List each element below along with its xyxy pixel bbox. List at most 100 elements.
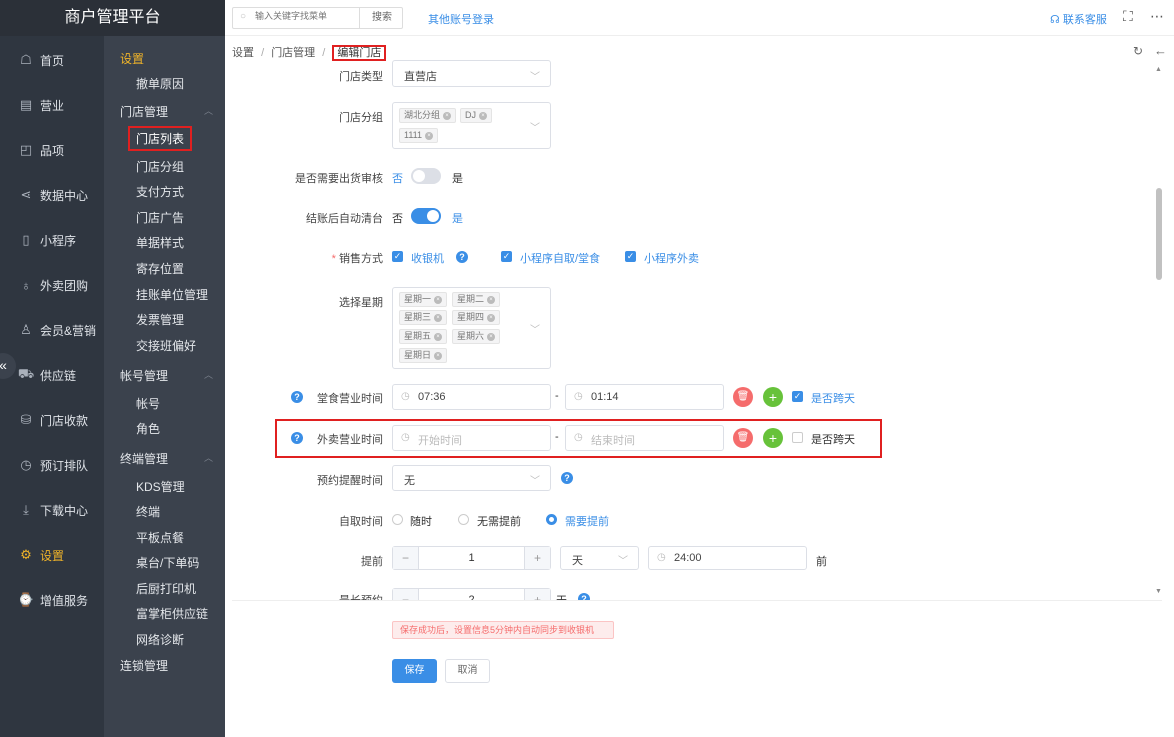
subnav-terminal-mgmt[interactable]: 终端管理 xyxy=(120,450,168,467)
ship-audit-toggle[interactable] xyxy=(411,168,441,184)
subnav-store-mgmt[interactable]: 门店管理 xyxy=(120,103,168,120)
sale-mode-option[interactable]: 小程序自取/堂食 xyxy=(520,250,600,266)
sale-mode-checkbox[interactable]: ✓ xyxy=(625,251,636,262)
subnav-shift[interactable]: 交接班偏好 xyxy=(136,337,196,354)
help-icon[interactable]: ? xyxy=(561,472,573,484)
pickup-radio[interactable] xyxy=(546,514,557,525)
refresh-icon[interactable]: ↻ xyxy=(1133,44,1143,58)
subnav-refund-reason[interactable]: 撤单原因 xyxy=(136,75,184,92)
nav-item[interactable]: ⚙ 设置 xyxy=(0,540,104,570)
ship-audit-on-text: 是 xyxy=(452,173,463,185)
subnav-account[interactable]: 帐号 xyxy=(136,395,160,412)
delete-button[interactable]: 🗑 xyxy=(733,428,753,448)
store-type-value: 直营店 xyxy=(404,71,437,83)
sale-mode-option[interactable]: 小程序外卖 xyxy=(644,250,699,266)
cancel-button[interactable]: 取消 xyxy=(445,659,490,683)
nav-item[interactable]: ▤ 营业 xyxy=(0,90,104,120)
subnav-payment[interactable]: 支付方式 xyxy=(136,183,184,200)
pickup-option[interactable]: 随时 xyxy=(410,513,432,529)
weekday-tag: 星期日 × xyxy=(399,348,448,363)
fullscreen-icon[interactable]: ⛶ xyxy=(1123,8,1133,25)
nav-item[interactable]: ⛁ 门店收款 xyxy=(0,405,104,435)
subnav-terminal[interactable]: 终端 xyxy=(136,503,160,520)
takeout-end-time[interactable]: ◷ 结束时间 xyxy=(565,425,724,451)
subnav-role[interactable]: 角色 xyxy=(136,420,160,437)
nav-item[interactable]: ♁ 外卖团购 xyxy=(0,270,104,300)
subnav-kds[interactable]: KDS管理 xyxy=(136,478,185,495)
nav-item[interactable]: ⌚ 增值服务 xyxy=(0,585,104,615)
subnav-supply[interactable]: 富掌柜供应链 xyxy=(136,605,208,622)
help-icon[interactable]: ? xyxy=(456,251,468,263)
sale-mode-checkbox[interactable]: ✓ xyxy=(501,251,512,262)
takeout-start-time[interactable]: ◷ 开始时间 xyxy=(392,425,551,451)
nav-item[interactable]: ☖ 首页 xyxy=(0,45,104,75)
nav-item[interactable]: ◷ 预订排队 xyxy=(0,450,104,480)
pickup-option[interactable]: 需要提前 xyxy=(565,513,609,529)
nav-item[interactable]: ⋖ 数据中心 xyxy=(0,180,104,210)
delete-button[interactable]: 🗑 xyxy=(733,387,753,407)
subnav-account-mgmt[interactable]: 帐号管理 xyxy=(120,367,168,384)
nav-item-label: 会员&营销 xyxy=(40,323,97,338)
search-button[interactable]: 搜索 xyxy=(359,7,404,29)
subnav-store-group[interactable]: 门店分组 xyxy=(136,158,184,175)
nav-item-label: 品项 xyxy=(40,143,65,158)
add-button[interactable]: + xyxy=(763,387,783,407)
scroll-down-icon[interactable]: ▼ xyxy=(1155,588,1162,595)
chevron-down-icon: ﹀ xyxy=(530,123,540,134)
weekday-tag: 星期四 × xyxy=(452,310,501,325)
weekdays-select[interactable]: 星期一 × 星期二 × 星期三 × 星期四 × 星期五 × 星期六 × 星期日 × ﹀ xyxy=(392,287,551,369)
bike-icon: ♁ xyxy=(21,277,31,293)
more-icon[interactable]: ⋯ xyxy=(1150,8,1164,25)
other-account-login-link[interactable]: 其他账号登录 xyxy=(428,11,494,27)
subnav-tablet[interactable]: 平板点餐 xyxy=(136,529,184,546)
scroll-up-icon[interactable]: ▲ xyxy=(1155,66,1162,73)
subnav-invoice[interactable]: 发票管理 xyxy=(136,311,184,328)
sale-mode-option[interactable]: 收银机 xyxy=(411,250,444,266)
advance-unit-select[interactable]: 天 ﹀ xyxy=(560,546,639,570)
minus-icon: − xyxy=(393,547,419,569)
nav-item[interactable]: ◰ 品项 xyxy=(0,135,104,165)
pickup-radio[interactable] xyxy=(458,514,469,525)
store-type-select[interactable]: 直营店 ﹀ xyxy=(392,60,551,87)
advance-stepper[interactable]: − 1 + xyxy=(392,546,551,570)
pickup-label: 自取时间 xyxy=(339,516,383,528)
reminder-select[interactable]: 无 ﹀ xyxy=(392,465,551,491)
contact-service-link[interactable]: ☊ 联系客服 xyxy=(1050,11,1107,27)
subnav-settings[interactable]: 设置 xyxy=(120,50,144,67)
plus-icon: + xyxy=(524,547,550,569)
nav-item[interactable]: ♙ 会员&营销 xyxy=(0,315,104,345)
save-button[interactable]: 保存 xyxy=(392,659,437,683)
cross-day-checkbox[interactable]: ✓ xyxy=(792,391,803,402)
advance-time[interactable]: ◷ 24:00 xyxy=(648,546,807,570)
dine-start-time[interactable]: ◷ 07:36 xyxy=(392,384,551,410)
subnav-store-ad[interactable]: 门店广告 xyxy=(136,209,184,226)
subnav-network[interactable]: 网络诊断 xyxy=(136,631,184,648)
back-arrow-icon[interactable]: ← xyxy=(1154,43,1167,58)
subnav-credit-unit[interactable]: 挂账单位管理 xyxy=(136,286,208,303)
breadcrumb-root[interactable]: 设置 xyxy=(232,47,254,59)
subnav-table-code[interactable]: 桌台/下单码 xyxy=(136,554,199,571)
search-input[interactable] xyxy=(255,11,355,21)
dine-end-time[interactable]: ◷ 01:14 xyxy=(565,384,724,410)
nav-item[interactable]: ⤓ 下载中心 xyxy=(0,495,104,525)
subnav-store-list[interactable]: 门店列表 xyxy=(128,126,193,151)
subnav-chain[interactable]: 连锁管理 xyxy=(120,657,168,674)
cross-day-label[interactable]: 是否跨天 xyxy=(811,390,855,406)
sale-mode-checkbox[interactable]: ✓ xyxy=(392,251,403,262)
nav-item-label: 营业 xyxy=(40,98,65,113)
subnav-storage[interactable]: 寄存位置 xyxy=(136,260,184,277)
store-group-select[interactable]: 湖北分组 × DJ × 1111 × ﹀ xyxy=(392,102,551,149)
nav-item-label: 首页 xyxy=(40,53,65,68)
subnav-receipt-style[interactable]: 单据样式 xyxy=(136,234,184,251)
cross-day-label[interactable]: 是否跨天 xyxy=(811,431,855,447)
auto-clear-toggle[interactable] xyxy=(411,208,441,224)
dash: - xyxy=(555,390,559,402)
cross-day-checkbox[interactable] xyxy=(792,432,803,443)
pickup-radio[interactable] xyxy=(392,514,403,525)
subnav-kitchen-printer[interactable]: 后厨打印机 xyxy=(136,580,196,597)
breadcrumb-parent[interactable]: 门店管理 xyxy=(271,47,315,59)
pickup-option[interactable]: 无需提前 xyxy=(477,513,521,529)
nav-item[interactable]: ▯ 小程序 xyxy=(0,225,104,255)
scrollbar-thumb[interactable] xyxy=(1156,188,1162,280)
add-button[interactable]: + xyxy=(763,428,783,448)
